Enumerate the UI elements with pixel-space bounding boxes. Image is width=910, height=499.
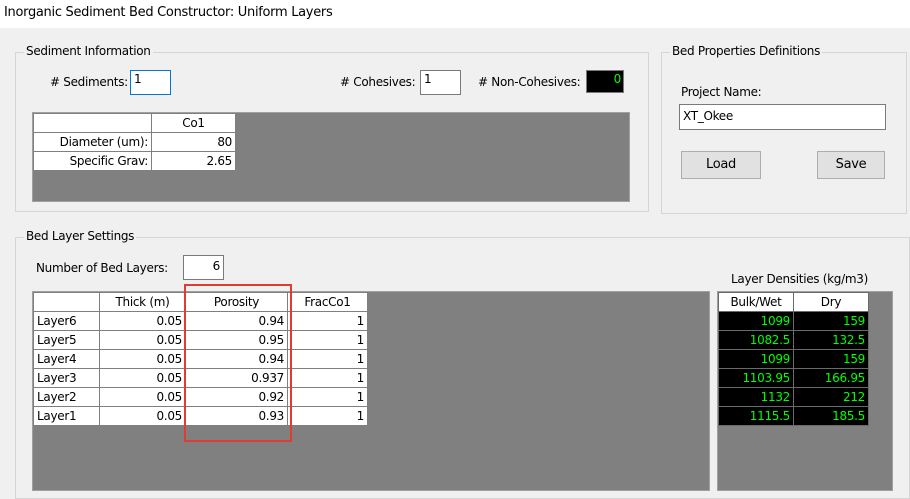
layer-row-label: Layer6 [33, 311, 100, 331]
layer-row-label: Layer4 [33, 349, 100, 369]
num-cohesives-label: # Cohesives: [340, 75, 416, 89]
dry-density-cell: 185.5 [793, 406, 869, 426]
table-row: 1132 212 [718, 387, 869, 407]
layers-col-header: Thick (m) [99, 292, 186, 312]
save-button[interactable]: Save [817, 151, 885, 179]
bed-properties-legend: Bed Properties Definitions [670, 44, 823, 58]
sediment-row-label: Specific Grav: [33, 151, 152, 171]
porosity-highlight-box [184, 284, 292, 442]
table-row: 1099 159 [718, 311, 869, 331]
project-name-input[interactable]: XT_Okee [679, 104, 886, 130]
layer-densities-label: Layer Densities (kg/m3) [731, 272, 868, 286]
bed-properties-group: Bed Properties Definitions [661, 44, 907, 214]
layer-thick-cell[interactable]: 0.05 [99, 368, 186, 388]
bulk-density-cell: 1099 [718, 349, 794, 369]
layer-frac-cell[interactable]: 1 [287, 406, 368, 426]
bulk-density-cell: 1103.95 [718, 368, 794, 388]
bed-layer-settings-legend: Bed Layer Settings [24, 229, 137, 243]
layers-grid-corner [33, 292, 100, 312]
num-sediments-label: # Sediments: [50, 75, 128, 89]
sediment-cell[interactable]: 2.65 [151, 151, 236, 171]
load-button[interactable]: Load [681, 151, 761, 179]
densities-table: Bulk/Wet Dry 1099 159 1082.5 132.5 1099 … [718, 292, 869, 426]
densities-col-header: Dry [793, 292, 869, 312]
dry-density-cell: 212 [793, 387, 869, 407]
table-row: 1082.5 132.5 [718, 330, 869, 350]
dry-density-cell: 159 [793, 349, 869, 369]
dry-density-cell: 132.5 [793, 330, 869, 350]
layers-col-header: FracCo1 [287, 292, 368, 312]
num-cohesives-input[interactable]: 1 [420, 70, 461, 95]
project-name-label: Project Name: [681, 85, 762, 99]
layer-frac-cell[interactable]: 1 [287, 368, 368, 388]
layer-thick-cell[interactable]: 0.05 [99, 349, 186, 369]
sediment-row-label: Diameter (um): [33, 132, 152, 152]
layer-frac-cell[interactable]: 1 [287, 330, 368, 350]
bulk-density-cell: 1099 [718, 311, 794, 331]
bulk-density-cell: 1082.5 [718, 330, 794, 350]
layer-thick-cell[interactable]: 0.05 [99, 406, 186, 426]
layer-row-label: Layer5 [33, 330, 100, 350]
table-row: 1115.5 185.5 [718, 406, 869, 426]
bulk-density-cell: 1115.5 [718, 406, 794, 426]
num-sediments-input[interactable]: 1 [130, 70, 171, 95]
table-row: 1103.95 166.95 [718, 368, 869, 388]
layer-thick-cell[interactable]: 0.05 [99, 311, 186, 331]
layer-thick-cell[interactable]: 0.05 [99, 387, 186, 407]
num-noncohesives-label: # Non-Cohesives: [478, 75, 581, 89]
dry-density-cell: 159 [793, 311, 869, 331]
sediment-grid-corner [33, 113, 152, 133]
dry-density-cell: 166.95 [793, 368, 869, 388]
sediment-cell[interactable]: 80 [151, 132, 236, 152]
sediment-table: Co1 Diameter (um): 80 Specific Grav: 2.6… [33, 113, 236, 171]
layer-row-label: Layer3 [33, 368, 100, 388]
densities-grid: Bulk/Wet Dry 1099 159 1082.5 132.5 1099 … [717, 291, 893, 491]
sediment-info-legend: Sediment Information [24, 44, 153, 58]
window-titlebar: Inorganic Sediment Bed Constructor: Unif… [0, 0, 910, 28]
layer-frac-cell[interactable]: 1 [287, 387, 368, 407]
densities-col-header: Bulk/Wet [718, 292, 794, 312]
num-bed-layers-input[interactable]: 6 [183, 255, 224, 280]
sediment-col-header: Co1 [151, 113, 236, 133]
window-title: Inorganic Sediment Bed Constructor: Unif… [4, 5, 333, 20]
table-row: 1099 159 [718, 349, 869, 369]
bed-layers-grid[interactable]: Thick (m) Porosity FracCo1 Layer6 0.05 0… [32, 291, 710, 491]
layer-frac-cell[interactable]: 1 [287, 311, 368, 331]
layer-thick-cell[interactable]: 0.05 [99, 330, 186, 350]
bulk-density-cell: 1132 [718, 387, 794, 407]
sediment-grid[interactable]: Co1 Diameter (um): 80 Specific Grav: 2.6… [32, 112, 630, 202]
layer-row-label: Layer1 [33, 406, 100, 426]
layer-row-label: Layer2 [33, 387, 100, 407]
num-noncohesives-display: 0 [586, 70, 624, 93]
layer-frac-cell[interactable]: 1 [287, 349, 368, 369]
num-bed-layers-label: Number of Bed Layers: [36, 261, 168, 275]
